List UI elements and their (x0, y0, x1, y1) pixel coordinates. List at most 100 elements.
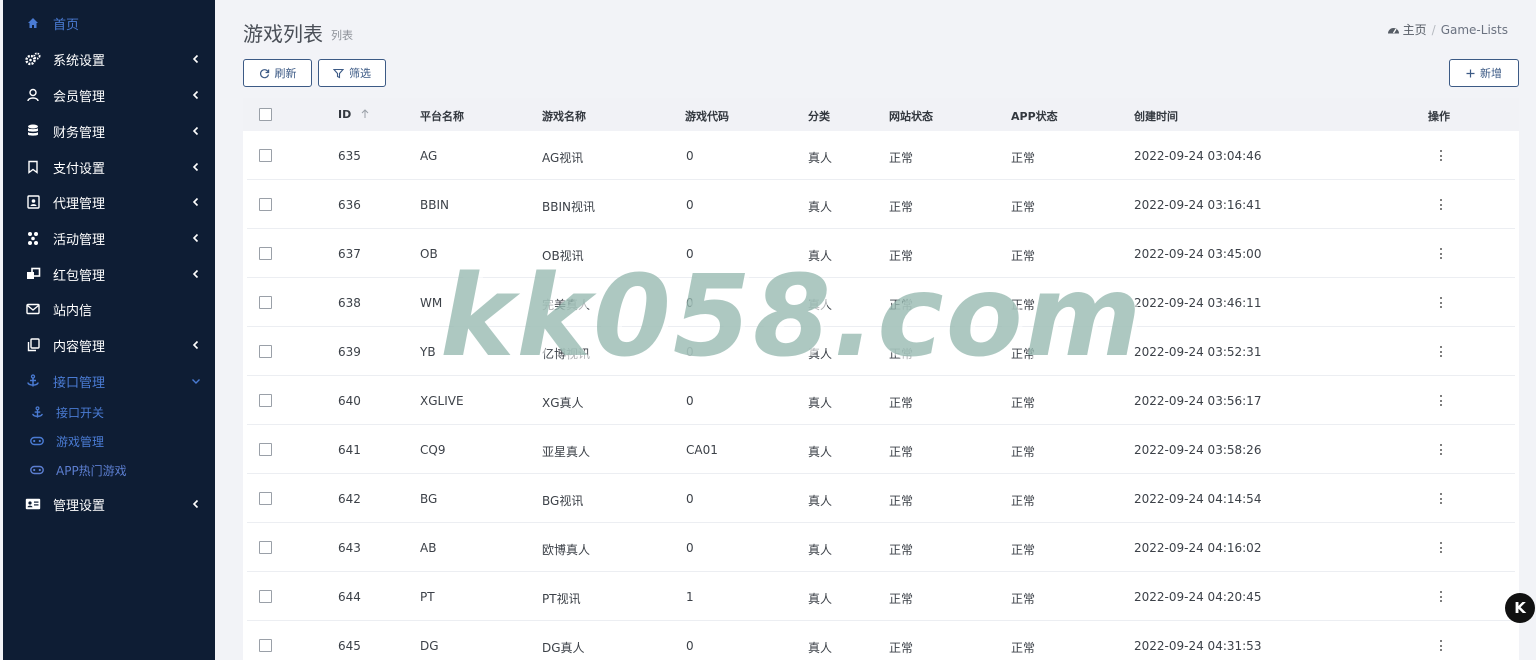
row-actions-kebab-icon[interactable] (1440, 248, 1443, 259)
sidebar-subitem-app-hot-games[interactable]: APP热门游戏 (3, 455, 215, 485)
filter-icon (333, 68, 344, 78)
row-actions-kebab-icon[interactable] (1440, 640, 1443, 651)
column-header-game-code[interactable]: 游戏代码 (685, 108, 729, 124)
column-header-app-status[interactable]: APP状态 (1011, 108, 1058, 124)
sidebar-item-finance[interactable]: 财务管理 (3, 116, 215, 146)
cell-category: 真人 (808, 445, 833, 459)
row-checkbox[interactable] (259, 492, 272, 505)
cell-game-code: 0 (686, 247, 694, 261)
envelope-icon (25, 301, 41, 317)
chevron-left-icon (192, 499, 199, 509)
sidebar-item-label: 接口管理 (53, 375, 106, 391)
cell-game-code: 0 (686, 149, 694, 163)
table-row[interactable]: 640 XGLIVE XG真人 0 真人 正常 正常 2022-09-24 03:56:17 (247, 376, 1515, 425)
cell-platform: AG (420, 149, 438, 163)
table-row[interactable]: 638 WM 完美真人 0 真人 正常 正常 2022-09-24 03:46:11 (247, 278, 1515, 327)
filter-label: 筛选 (349, 67, 371, 80)
row-checkbox[interactable] (259, 443, 272, 456)
table-header: ID 平台名称 游戏名称 游戏代码 分类 网站状态 APP状态 创建时间 操作 (243, 98, 1519, 131)
sidebar-item-admin-settings[interactable]: 管理设置 (3, 489, 215, 519)
cell-platform: PT (420, 590, 435, 604)
add-button[interactable]: 新增 (1449, 59, 1519, 87)
sidebar-item-label: 内容管理 (53, 339, 106, 355)
cell-web-status: 正常 (889, 200, 914, 214)
cell-created: 2022-09-24 03:58:26 (1134, 443, 1262, 457)
cell-web-status: 正常 (889, 396, 914, 410)
sidebar-item-content[interactable]: 内容管理 (3, 330, 215, 360)
column-header-platform[interactable]: 平台名称 (420, 108, 464, 124)
cell-game-name: 亿博视讯 (542, 347, 591, 361)
refresh-button[interactable]: 刷新 (243, 59, 312, 87)
sidebar-item-label: 系统设置 (53, 53, 106, 69)
column-header-id[interactable]: ID (338, 108, 369, 121)
select-all-checkbox[interactable] (259, 108, 272, 121)
table-row[interactable]: 645 DG DG真人 0 真人 正常 正常 2022-09-24 04:31:53 (247, 621, 1515, 660)
cell-web-status: 正常 (889, 592, 914, 606)
row-actions-kebab-icon[interactable] (1440, 199, 1443, 210)
cell-web-status: 正常 (889, 298, 914, 312)
row-checkbox[interactable] (259, 247, 272, 260)
cell-platform: DG (420, 639, 439, 653)
row-actions-kebab-icon[interactable] (1440, 297, 1443, 308)
column-header-game-name[interactable]: 游戏名称 (542, 108, 586, 124)
row-actions-kebab-icon[interactable] (1440, 395, 1443, 406)
row-checkbox[interactable] (259, 541, 272, 554)
sidebar-item-system-settings[interactable]: 系统设置 (3, 44, 215, 74)
row-checkbox[interactable] (259, 394, 272, 407)
sidebar-item-payment[interactable]: 支付设置 (3, 152, 215, 182)
table-row[interactable]: 643 AB 欧博真人 0 真人 正常 正常 2022-09-24 04:16:02 (247, 523, 1515, 572)
sidebar-item-red-packets[interactable]: 红包管理 (3, 259, 215, 289)
column-header-created[interactable]: 创建时间 (1134, 108, 1178, 124)
table-row[interactable]: 636 BBIN BBIN视讯 0 真人 正常 正常 2022-09-24 03:16:41 (247, 180, 1515, 229)
cell-game-code: 0 (686, 639, 694, 653)
table-row[interactable]: 641 CQ9 亚星真人 CA01 真人 正常 正常 2022-09-24 03:58:26 (247, 425, 1515, 474)
table-row[interactable]: 637 OB OB视讯 0 真人 正常 正常 2022-09-24 03:45:00 (247, 229, 1515, 278)
row-checkbox[interactable] (259, 296, 272, 309)
row-checkbox[interactable] (259, 149, 272, 162)
column-header-web-status[interactable]: 网站状态 (889, 108, 933, 124)
sidebar-item-messages[interactable]: 站内信 (3, 294, 215, 324)
sidebar-item-members[interactable]: 会员管理 (3, 80, 215, 110)
column-header-category[interactable]: 分类 (808, 108, 830, 124)
row-actions-kebab-icon[interactable] (1440, 542, 1443, 553)
copy-icon (25, 337, 41, 353)
cell-id: 645 (338, 639, 361, 653)
cell-web-status: 正常 (889, 494, 914, 508)
cell-created: 2022-09-24 03:45:00 (1134, 247, 1262, 261)
row-checkbox[interactable] (259, 639, 272, 652)
row-actions-kebab-icon[interactable] (1440, 493, 1443, 504)
row-actions-kebab-icon[interactable] (1440, 346, 1443, 357)
sidebar-item-api[interactable]: 接口管理 (3, 366, 215, 396)
sidebar-item-agents[interactable]: 代理管理 (3, 187, 215, 217)
row-actions-kebab-icon[interactable] (1440, 150, 1443, 161)
table-row[interactable]: 644 PT PT视讯 1 真人 正常 正常 2022-09-24 04:20:45 (247, 572, 1515, 621)
row-checkbox[interactable] (259, 590, 272, 603)
floating-k-badge[interactable]: K (1505, 593, 1535, 623)
chevron-left-icon (192, 54, 199, 64)
sidebar-item-activities[interactable]: 活动管理 (3, 223, 215, 253)
filter-button[interactable]: 筛选 (318, 59, 386, 87)
row-actions-kebab-icon[interactable] (1440, 444, 1443, 455)
row-checkbox[interactable] (259, 198, 272, 211)
sidebar-item-label: 接口开关 (56, 405, 105, 420)
cell-category: 真人 (808, 543, 833, 557)
row-checkbox[interactable] (259, 345, 272, 358)
cell-created: 2022-09-24 03:04:46 (1134, 149, 1262, 163)
cell-platform: AB (420, 541, 437, 555)
table-row[interactable]: 639 YB 亿博视讯 0 真人 正常 正常 2022-09-24 03:52:31 (247, 327, 1515, 376)
home-icon (25, 15, 41, 31)
breadcrumb-home[interactable]: 主页 (1387, 21, 1427, 38)
cell-created: 2022-09-24 03:56:17 (1134, 394, 1262, 408)
sidebar-item-label: 管理设置 (53, 498, 106, 514)
cell-app-status: 正常 (1011, 200, 1036, 214)
table-row[interactable]: 635 AG AG视讯 0 真人 正常 正常 2022-09-24 03:04:46 (247, 131, 1515, 180)
cell-game-name: 完美真人 (542, 298, 591, 312)
cell-game-name: AG视讯 (542, 151, 584, 165)
sidebar-subitem-api-switch[interactable]: 接口开关 (3, 397, 215, 427)
table-row[interactable]: 642 BG BG视讯 0 真人 正常 正常 2022-09-24 04:14:54 (247, 474, 1515, 523)
cell-web-status: 正常 (889, 347, 914, 361)
sidebar-subitem-game-management[interactable]: 游戏管理 (3, 426, 215, 456)
sidebar-item-home[interactable]: 首页 (3, 8, 215, 38)
cell-web-status: 正常 (889, 543, 914, 557)
row-actions-kebab-icon[interactable] (1440, 591, 1443, 602)
